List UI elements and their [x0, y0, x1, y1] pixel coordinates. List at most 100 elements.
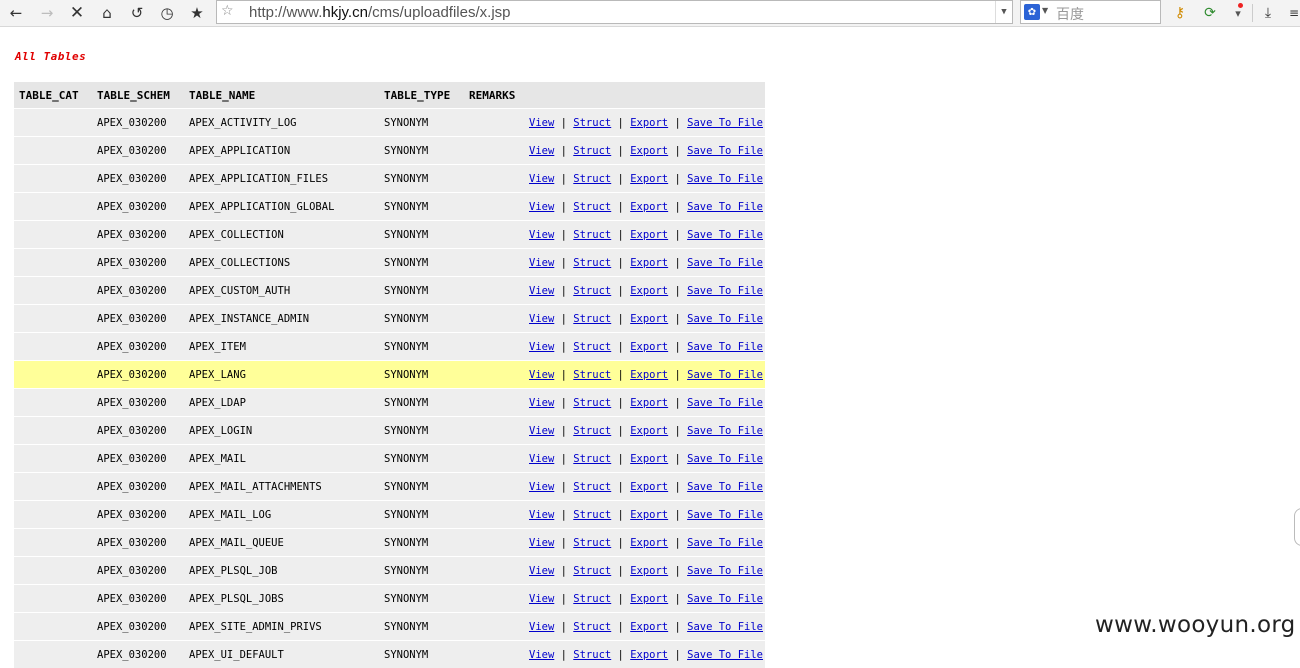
save-to-file-link[interactable]: Save To File: [687, 481, 763, 493]
export-link[interactable]: Export: [630, 621, 668, 633]
export-link[interactable]: Export: [630, 649, 668, 661]
forward-icon[interactable]: →: [36, 2, 58, 24]
save-to-file-link[interactable]: Save To File: [687, 341, 763, 353]
save-to-file-link[interactable]: Save To File: [687, 313, 763, 325]
view-link[interactable]: View: [529, 229, 554, 241]
save-to-file-link[interactable]: Save To File: [687, 173, 763, 185]
view-link[interactable]: View: [529, 425, 554, 437]
bookmark-star-icon[interactable]: ★: [186, 2, 208, 24]
struct-link[interactable]: Struct: [573, 285, 611, 297]
export-link[interactable]: Export: [630, 341, 668, 353]
save-to-file-link[interactable]: Save To File: [687, 593, 763, 605]
home-icon[interactable]: ⌂: [96, 2, 118, 24]
save-to-file-link[interactable]: Save To File: [687, 425, 763, 437]
export-link[interactable]: Export: [630, 173, 668, 185]
view-link[interactable]: View: [529, 369, 554, 381]
search-engine-dropdown-icon[interactable]: ▼: [1042, 6, 1048, 15]
save-to-file-link[interactable]: Save To File: [687, 229, 763, 241]
download-icon[interactable]: ⤓: [1258, 3, 1278, 23]
address-bar[interactable]: ☆ http://www.hkjy.cn/cms/uploadfiles/x.j…: [216, 0, 1013, 24]
url-dropdown-icon[interactable]: ▼: [995, 1, 1012, 23]
save-to-file-link[interactable]: Save To File: [687, 537, 763, 549]
export-link[interactable]: Export: [630, 481, 668, 493]
export-link[interactable]: Export: [630, 593, 668, 605]
save-to-file-link[interactable]: Save To File: [687, 369, 763, 381]
view-link[interactable]: View: [529, 509, 554, 521]
export-link[interactable]: Export: [630, 201, 668, 213]
view-link[interactable]: View: [529, 285, 554, 297]
export-link[interactable]: Export: [630, 145, 668, 157]
bookmark-page-icon[interactable]: ☆: [221, 3, 234, 19]
struct-link[interactable]: Struct: [573, 565, 611, 577]
struct-link[interactable]: Struct: [573, 481, 611, 493]
save-to-file-link[interactable]: Save To File: [687, 285, 763, 297]
struct-link[interactable]: Struct: [573, 537, 611, 549]
export-link[interactable]: Export: [630, 285, 668, 297]
view-link[interactable]: View: [529, 257, 554, 269]
save-to-file-link[interactable]: Save To File: [687, 201, 763, 213]
url-text[interactable]: http://www.hkjy.cn/cms/uploadfiles/x.jsp: [249, 4, 511, 21]
action-separator: |: [618, 425, 624, 437]
side-panel-handle[interactable]: [1294, 508, 1300, 546]
struct-link[interactable]: Struct: [573, 509, 611, 521]
struct-link[interactable]: Struct: [573, 313, 611, 325]
save-to-file-link[interactable]: Save To File: [687, 257, 763, 269]
save-to-file-link[interactable]: Save To File: [687, 621, 763, 633]
struct-link[interactable]: Struct: [573, 173, 611, 185]
struct-link[interactable]: Struct: [573, 425, 611, 437]
struct-link[interactable]: Struct: [573, 341, 611, 353]
view-link[interactable]: View: [529, 397, 554, 409]
export-link[interactable]: Export: [630, 565, 668, 577]
search-box[interactable]: ✿ ▼ 百度: [1020, 0, 1161, 24]
export-link[interactable]: Export: [630, 117, 668, 129]
view-link[interactable]: View: [529, 201, 554, 213]
save-to-file-link[interactable]: Save To File: [687, 509, 763, 521]
export-link[interactable]: Export: [630, 509, 668, 521]
struct-link[interactable]: Struct: [573, 453, 611, 465]
more-icon[interactable]: ≡: [1284, 3, 1300, 23]
view-link[interactable]: View: [529, 649, 554, 661]
back-icon[interactable]: ←: [5, 2, 27, 24]
view-link[interactable]: View: [529, 621, 554, 633]
export-link[interactable]: Export: [630, 369, 668, 381]
struct-link[interactable]: Struct: [573, 201, 611, 213]
export-link[interactable]: Export: [630, 229, 668, 241]
refresh-extension-icon[interactable]: ⟳: [1200, 3, 1220, 23]
save-to-file-link[interactable]: Save To File: [687, 397, 763, 409]
search-engine-icon[interactable]: ✿: [1024, 4, 1040, 20]
struct-link[interactable]: Struct: [573, 621, 611, 633]
view-link[interactable]: View: [529, 341, 554, 353]
struct-link[interactable]: Struct: [573, 145, 611, 157]
export-link[interactable]: Export: [630, 537, 668, 549]
save-to-file-link[interactable]: Save To File: [687, 145, 763, 157]
view-link[interactable]: View: [529, 173, 554, 185]
view-link[interactable]: View: [529, 537, 554, 549]
view-link[interactable]: View: [529, 453, 554, 465]
struct-link[interactable]: Struct: [573, 649, 611, 661]
view-link[interactable]: View: [529, 117, 554, 129]
view-link[interactable]: View: [529, 145, 554, 157]
undo-icon[interactable]: ↺: [126, 2, 148, 24]
struct-link[interactable]: Struct: [573, 257, 611, 269]
view-link[interactable]: View: [529, 593, 554, 605]
view-link[interactable]: View: [529, 313, 554, 325]
struct-link[interactable]: Struct: [573, 117, 611, 129]
export-link[interactable]: Export: [630, 257, 668, 269]
view-link[interactable]: View: [529, 565, 554, 577]
stop-icon[interactable]: ✕: [66, 2, 88, 24]
export-link[interactable]: Export: [630, 453, 668, 465]
export-link[interactable]: Export: [630, 313, 668, 325]
view-link[interactable]: View: [529, 481, 554, 493]
save-to-file-link[interactable]: Save To File: [687, 565, 763, 577]
history-icon[interactable]: ◷: [156, 2, 178, 24]
struct-link[interactable]: Struct: [573, 369, 611, 381]
struct-link[interactable]: Struct: [573, 229, 611, 241]
key-icon[interactable]: ⚷: [1170, 3, 1190, 23]
struct-link[interactable]: Struct: [573, 593, 611, 605]
struct-link[interactable]: Struct: [573, 397, 611, 409]
export-link[interactable]: Export: [630, 397, 668, 409]
save-to-file-link[interactable]: Save To File: [687, 649, 763, 661]
save-to-file-link[interactable]: Save To File: [687, 453, 763, 465]
save-to-file-link[interactable]: Save To File: [687, 117, 763, 129]
export-link[interactable]: Export: [630, 425, 668, 437]
